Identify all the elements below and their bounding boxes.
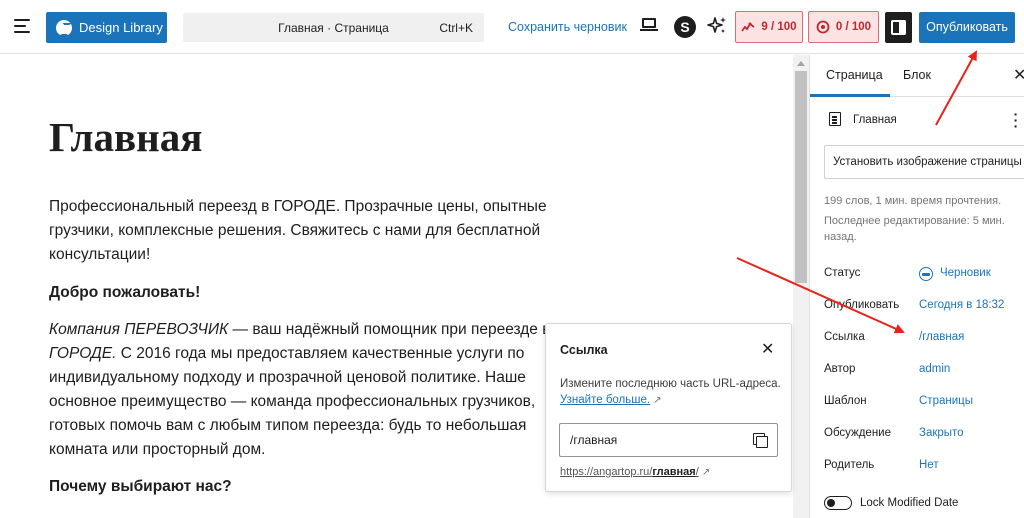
- learn-more-link[interactable]: Узнайте больше.: [560, 394, 650, 406]
- more-options-icon[interactable]: · · ·: [1013, 107, 1019, 133]
- sidebar-tabs: Страница Блок ✕: [810, 55, 1024, 97]
- parent-label: Родитель: [824, 459, 875, 471]
- template-row: Шаблон Страницы: [824, 393, 1024, 413]
- permalink-external-icon: ↗: [701, 467, 711, 478]
- publish-date-label: Опубликовать: [824, 299, 900, 311]
- paragraph-company-part2: С 2016 года мы предоставляем качественны…: [49, 345, 536, 458]
- publish-date-value[interactable]: Сегодня в 18:32: [919, 299, 1004, 311]
- readability-score-button[interactable]: 0 / 100: [808, 11, 879, 43]
- lock-modified-toggle[interactable]: [824, 496, 852, 510]
- status-label: Статус: [824, 267, 861, 279]
- top-toolbar: Design Library Главная · Страница Ctrl+K…: [0, 0, 1024, 54]
- link-value[interactable]: /главная: [919, 331, 964, 343]
- popover-close-icon[interactable]: ✕: [761, 339, 774, 359]
- active-tab-indicator: [810, 94, 890, 97]
- template-label: Шаблон: [824, 395, 867, 407]
- scroll-up-arrow-icon[interactable]: [797, 61, 805, 66]
- save-draft-button[interactable]: Сохранить черновик: [508, 20, 627, 34]
- slug-input[interactable]: /главная: [559, 423, 778, 457]
- popover-title: Ссылка: [560, 343, 608, 357]
- ai-sparkle-icon[interactable]: [706, 15, 728, 37]
- company-name: Компания ПЕРЕВОЗЧИК: [49, 321, 229, 338]
- discussion-label: Обсуждение: [824, 427, 892, 439]
- heading-why-us[interactable]: Почему выбирают нас?: [49, 475, 559, 499]
- heading-welcome[interactable]: Добро пожаловать!: [49, 281, 559, 305]
- preview-laptop-icon[interactable]: [640, 18, 658, 32]
- author-row: Автор admin: [824, 361, 1024, 381]
- external-link-icon: ↗: [653, 395, 662, 406]
- permalink-slug: главная: [652, 466, 696, 478]
- slug-input-value: /главная: [570, 433, 618, 447]
- readability-icon: [816, 20, 830, 34]
- menu-icon[interactable]: [12, 16, 34, 38]
- sidebar-close-icon[interactable]: ✕: [1013, 65, 1024, 85]
- popover-help: Измените последнюю часть URL-адреса. Узн…: [560, 376, 785, 409]
- discussion-row: Обсуждение Закрыто: [824, 425, 1024, 445]
- template-value[interactable]: Страницы: [919, 395, 973, 407]
- design-library-logo-icon: [56, 19, 72, 36]
- paragraph-company-part1: — ваш надёжный помощник при переезде в: [228, 321, 551, 338]
- author-value[interactable]: admin: [919, 363, 950, 375]
- design-library-button[interactable]: Design Library: [46, 12, 167, 43]
- link-row: Ссылка /главная: [824, 329, 1024, 349]
- word-count-meta: 199 слов, 1 мин. время прочтения.: [824, 195, 1002, 207]
- set-featured-image-button[interactable]: Установить изображение страницы: [824, 145, 1024, 179]
- publish-button[interactable]: Опубликовать: [919, 12, 1015, 43]
- link-popover: Ссылка ✕ Измените последнюю часть URL-ад…: [545, 323, 792, 492]
- seo-score-value: 9 / 100: [761, 21, 797, 33]
- paragraph-intro[interactable]: Профессиональный переезд в ГОРОДЕ. Прозр…: [49, 195, 559, 267]
- link-label: Ссылка: [824, 331, 865, 343]
- page-document-icon: [829, 112, 841, 126]
- popover-help-text: Измените последнюю часть URL-адреса.: [560, 378, 781, 390]
- design-library-label: Design Library: [79, 20, 163, 35]
- command-palette-bar[interactable]: Главная · Страница Ctrl+K: [183, 13, 484, 42]
- permalink-tail: /: [695, 466, 699, 478]
- status-row: Статус Черновик: [824, 265, 1024, 285]
- parent-row: Родитель Нет: [824, 457, 1024, 477]
- discussion-value[interactable]: Закрыто: [919, 427, 964, 439]
- copy-icon[interactable]: [753, 433, 768, 448]
- scrollbar-thumb[interactable]: [795, 71, 807, 283]
- permalink-url[interactable]: https://angartop.ru/главная/ ↗: [560, 466, 710, 478]
- command-shortcut: Ctrl+K: [439, 21, 473, 35]
- settings-sidebar-toggle-icon[interactable]: [885, 12, 912, 43]
- city-name: ГОРОДЕ.: [49, 345, 117, 362]
- last-edited-meta: Последнее редактирование: 5 мин. назад.: [824, 215, 1005, 243]
- s-plugin-icon[interactable]: S: [674, 16, 696, 38]
- settings-sidebar: Страница Блок ✕ Главная · · · Установить и…: [809, 55, 1024, 518]
- permalink-base: https://angartop.ru/: [560, 466, 653, 478]
- tab-page[interactable]: Страница: [826, 68, 883, 82]
- lock-modified-label: Lock Modified Date: [860, 497, 959, 509]
- readability-score-value: 0 / 100: [835, 21, 872, 33]
- publish-date-row: Опубликовать Сегодня в 18:32: [824, 297, 1024, 317]
- draft-status-icon: [919, 267, 933, 281]
- page-title[interactable]: Главная: [49, 113, 202, 161]
- sidebar-page-name: Главная: [853, 114, 897, 126]
- seo-chart-icon: [741, 22, 755, 32]
- paragraph-company[interactable]: Компания ПЕРЕВОЗЧИК — ваш надёжный помощ…: [49, 318, 559, 462]
- seo-score-button[interactable]: 9 / 100: [735, 11, 803, 43]
- status-value[interactable]: Черновик: [940, 267, 991, 279]
- tab-block[interactable]: Блок: [903, 68, 931, 82]
- editor-scrollbar[interactable]: [793, 55, 809, 518]
- author-label: Автор: [824, 363, 856, 375]
- parent-value[interactable]: Нет: [919, 459, 939, 471]
